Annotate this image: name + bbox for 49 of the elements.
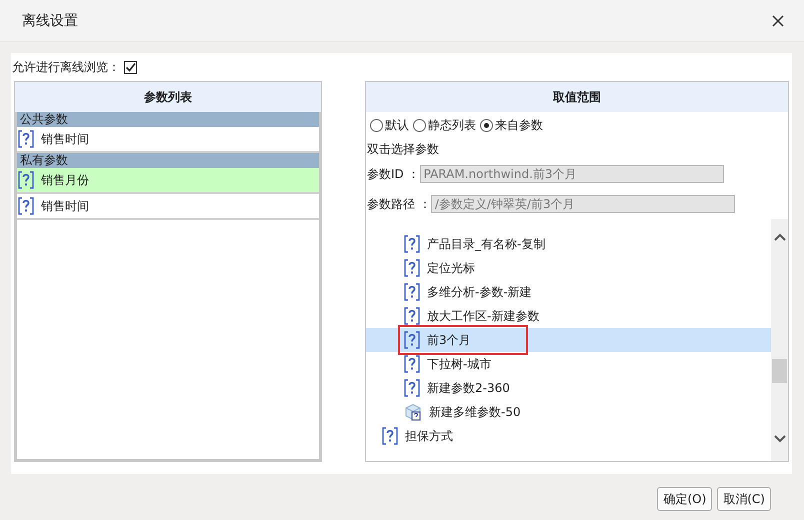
- tree-item[interactable]: 新建多维参数-50: [366, 400, 771, 424]
- parameter-icon: [404, 259, 420, 277]
- parameter-icon: [404, 379, 420, 397]
- cancel-button[interactable]: 取消(C): [717, 487, 771, 511]
- close-icon[interactable]: [772, 14, 784, 26]
- radio-button[interactable]: [480, 118, 493, 132]
- text-field[interactable]: /参数定义/钟翠英/前3个月: [430, 195, 735, 213]
- param-list-item[interactable]: 销售时间: [17, 127, 319, 153]
- window-title: 离线设置: [22, 12, 78, 30]
- radio-option[interactable]: 默认: [370, 116, 409, 134]
- param-list-item[interactable]: 销售时间: [17, 194, 319, 220]
- parameter-icon: [382, 427, 398, 445]
- tree-item[interactable]: 前3个月: [366, 328, 771, 352]
- tree-item[interactable]: 放大工作区-新建参数: [366, 304, 771, 328]
- parameter-icon: [404, 235, 420, 253]
- hint-text: 双击选择参数: [366, 141, 440, 158]
- radio-button[interactable]: [413, 118, 426, 132]
- parameter-icon: [18, 130, 34, 148]
- checkbox[interactable]: [124, 60, 137, 74]
- tree-item[interactable]: 下拉树-城市: [366, 352, 771, 376]
- parameter-icon: [404, 355, 420, 373]
- radio-option[interactable]: 来自参数: [480, 116, 543, 134]
- tree-item[interactable]: 多维分析-参数-新建: [366, 280, 771, 304]
- parameter-icon: [18, 171, 34, 189]
- cube-icon: [404, 403, 422, 421]
- checkbox-label: 允许进行离线浏览：: [12, 58, 120, 76]
- group-header: 公共参数: [17, 112, 319, 127]
- parameter-icon: [404, 283, 420, 301]
- text-field[interactable]: PARAM.northwind.前3个月: [420, 165, 724, 183]
- field-label: 参数路径 ：: [366, 196, 431, 212]
- ok-button[interactable]: 确定(O): [657, 487, 712, 511]
- scroll-down-icon[interactable]: [774, 435, 786, 443]
- parameter-icon: [18, 197, 34, 215]
- panel-header: 取值范围: [366, 82, 788, 112]
- parameter-icon: [404, 307, 420, 325]
- parameter-icon: [404, 331, 420, 349]
- radio-option[interactable]: 静态列表: [413, 116, 476, 134]
- tree-item[interactable]: 担保方式: [366, 424, 771, 448]
- scroll-up-icon[interactable]: [774, 233, 786, 241]
- scrollbar[interactable]: [771, 219, 788, 461]
- tree-item[interactable]: 定位光标: [366, 256, 771, 280]
- group-header: 私有参数: [17, 153, 319, 168]
- tree-item[interactable]: 产品目录_有名称-复制: [366, 232, 771, 256]
- radio-button[interactable]: [370, 118, 383, 132]
- tree-item[interactable]: 新建参数2-360: [366, 376, 771, 400]
- param-list-item[interactable]: 销售月份: [17, 168, 319, 194]
- field-label: 参数ID ：: [366, 166, 420, 182]
- panel-header: 参数列表: [15, 82, 321, 112]
- scroll-thumb[interactable]: [772, 359, 787, 383]
